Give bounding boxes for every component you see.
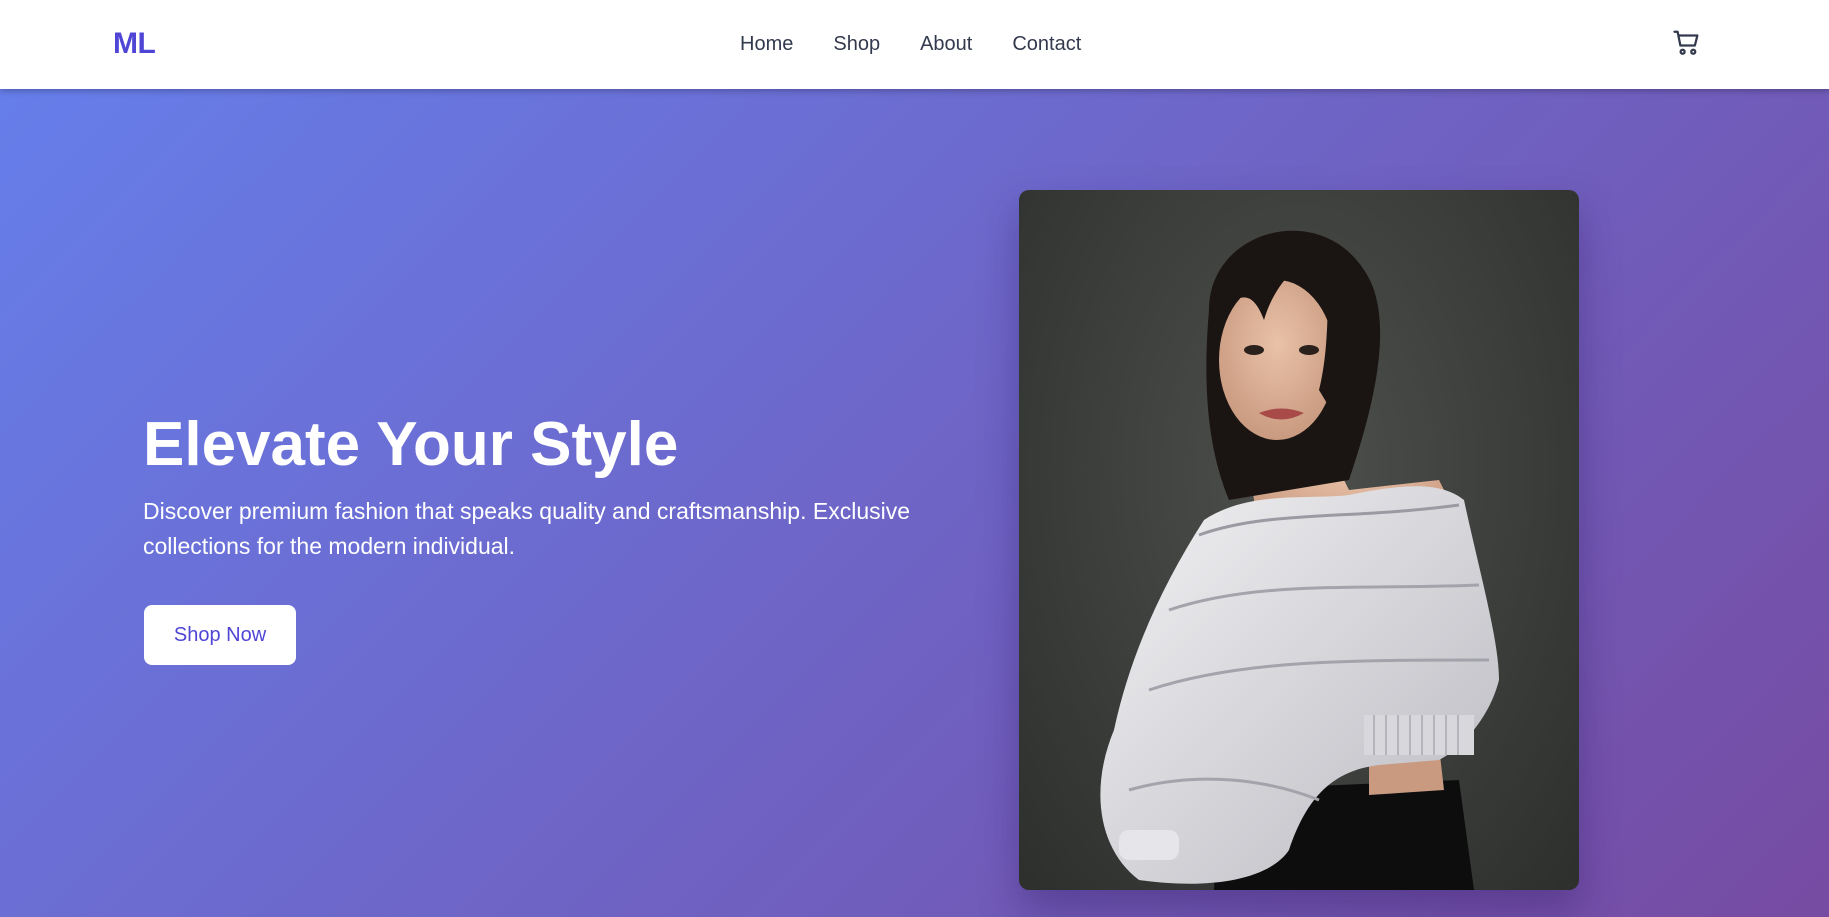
hero-model-photo — [1019, 190, 1579, 890]
hero-section: Elevate Your Style Discover premium fash… — [0, 89, 1829, 917]
nav-link-home[interactable]: Home — [740, 33, 793, 55]
nav-item-home: Home — [740, 30, 793, 58]
nav-item-shop: Shop — [833, 30, 880, 58]
nav-link-shop[interactable]: Shop — [833, 33, 880, 55]
navbar: ML Home Shop About Contact — [0, 0, 1829, 89]
nav-link-about[interactable]: About — [920, 33, 972, 55]
nav-item-contact: Contact — [1012, 30, 1081, 58]
hero-subtitle: Discover premium fashion that speaks qua… — [143, 498, 911, 559]
shop-now-button[interactable]: Shop Now — [144, 605, 296, 665]
logo[interactable]: ML — [113, 26, 156, 62]
hero-title: Elevate Your Style — [143, 410, 679, 479]
nav-link-contact[interactable]: Contact — [1012, 33, 1081, 55]
nav-item-about: About — [920, 30, 972, 58]
shopping-cart-icon[interactable] — [1672, 28, 1702, 58]
nav-links: Home Shop About Contact — [740, 30, 1081, 58]
